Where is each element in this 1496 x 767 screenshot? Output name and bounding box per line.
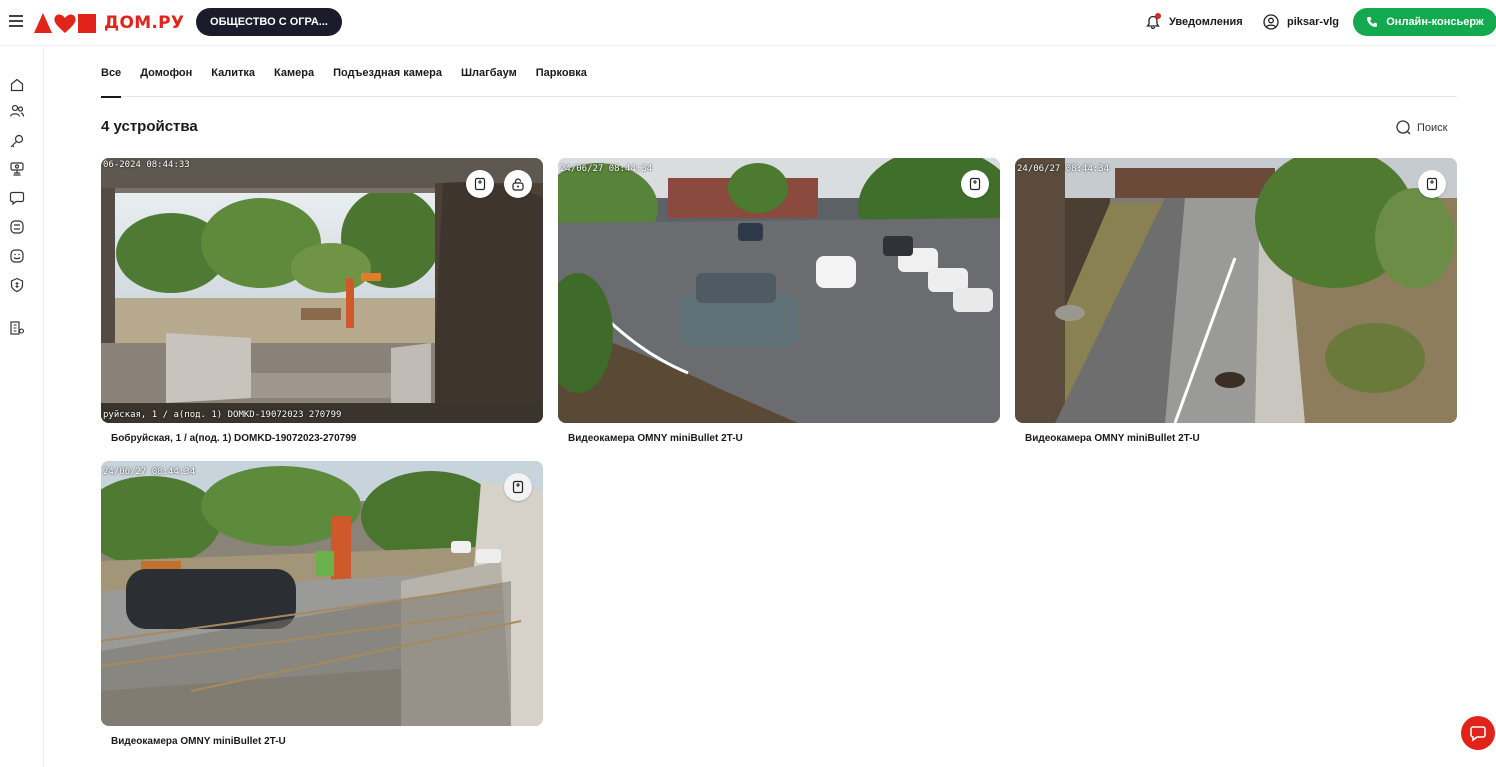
notifications-label: Уведомления xyxy=(1169,15,1243,28)
camera-card[interactable]: 24/06/27 08:44:34 Видеокамера OMNY miniB… xyxy=(558,158,1000,444)
phone-icon xyxy=(1367,17,1378,27)
search-label: Поиск xyxy=(1417,121,1448,134)
notifications-link[interactable]: Уведомления xyxy=(1146,13,1243,30)
camera-title: Видеокамера OMNY miniBullet 2T-U xyxy=(1025,433,1200,444)
camera-timestamp: 24/06/27 08:44:34 xyxy=(1017,164,1110,174)
search-icon xyxy=(1396,120,1411,135)
camera-title: Бобруйская, 1 / а(под. 1) DOMKD-19072023… xyxy=(111,433,357,444)
user-profile-link[interactable]: piksar-vlg xyxy=(1263,14,1339,30)
tab-entrance-camera[interactable]: Подъездная камера xyxy=(333,67,442,97)
tab-camera[interactable]: Камера xyxy=(274,67,314,97)
camera-timestamp: 24/06/27 08:44:34 xyxy=(103,467,196,477)
camera-card[interactable]: 24/06/27 08:44:34 Видеокамера OMNY miniB… xyxy=(101,461,543,747)
bookmark-button[interactable] xyxy=(961,170,989,198)
bookmark-button[interactable] xyxy=(466,170,494,198)
tab-gate[interactable]: Калитка xyxy=(211,67,255,97)
home-icon[interactable] xyxy=(9,77,25,93)
menu-icon[interactable] xyxy=(9,15,23,27)
camera-card[interactable]: 06-2024 08:44:33 руйская, 1 / а(под. 1) … xyxy=(101,158,543,444)
camera-overlay-label: руйская, 1 / а(под. 1) DOMKD-19072023 27… xyxy=(103,410,342,420)
chat-bubble-icon xyxy=(1470,726,1486,742)
users-icon[interactable] xyxy=(9,103,25,119)
logo-mark xyxy=(34,13,96,33)
concierge-label: Онлайн-консьерж xyxy=(1386,16,1484,28)
tab-all[interactable]: Все xyxy=(101,67,122,98)
bookmark-icon xyxy=(1426,177,1438,191)
online-concierge-button[interactable]: Онлайн-консьерж xyxy=(1353,8,1496,36)
camera-title: Видеокамера OMNY miniBullet 2T-U xyxy=(111,736,286,747)
payment-icon[interactable] xyxy=(9,277,25,293)
building-icon[interactable] xyxy=(9,320,25,336)
logo-text: ДОМ.РУ xyxy=(104,13,185,33)
bookmark-button[interactable] xyxy=(504,473,532,501)
support-chat-button[interactable] xyxy=(1461,716,1495,750)
organization-selector-button[interactable]: ОБЩЕСТВО С ОГРА... xyxy=(196,8,342,36)
camera-preview[interactable]: 06-2024 08:44:33 руйская, 1 / а(под. 1) … xyxy=(101,158,543,423)
camera-preview[interactable]: 24/06/27 08:44:34 xyxy=(558,158,1000,423)
tab-intercom[interactable]: Домофон xyxy=(140,67,192,97)
sidebar xyxy=(0,47,44,767)
bookmark-icon xyxy=(474,177,486,191)
chat-icon[interactable] xyxy=(9,190,25,206)
logo[interactable]: ДОМ.РУ xyxy=(34,12,184,34)
camera-preview[interactable]: 24/06/27 08:44:34 xyxy=(1015,158,1457,423)
open-door-button[interactable] xyxy=(504,170,532,198)
key-icon[interactable] xyxy=(9,133,25,149)
camera-icon[interactable] xyxy=(9,161,25,177)
device-type-tabs: Все Домофон Калитка Камера Подъездная ка… xyxy=(101,67,1457,98)
tab-barrier[interactable]: Шлагбаум xyxy=(461,67,517,97)
camera-card[interactable]: 24/06/27 08:44:34 Видеокамера OMNY miniB… xyxy=(1015,158,1457,444)
username: piksar-vlg xyxy=(1287,16,1339,28)
services-icon[interactable] xyxy=(9,219,25,235)
bookmark-button[interactable] xyxy=(1418,170,1446,198)
bookmark-icon xyxy=(969,177,981,191)
bell-icon xyxy=(1146,13,1161,30)
user-icon xyxy=(1263,14,1279,30)
top-bar: ДОМ.РУ ОБЩЕСТВО С ОГРА... Уведомления pi… xyxy=(0,0,1496,46)
camera-preview[interactable]: 24/06/27 08:44:34 xyxy=(101,461,543,726)
bookmark-icon xyxy=(512,480,524,494)
camera-title: Видеокамера OMNY miniBullet 2T-U xyxy=(568,433,743,444)
lock-icon xyxy=(512,178,524,191)
search-button[interactable]: Поиск xyxy=(1396,120,1447,135)
devices-count: 4 устройства xyxy=(101,118,198,135)
tab-parking[interactable]: Парковка xyxy=(536,67,587,97)
camera-timestamp: 24/06/27 08:44:34 xyxy=(560,164,653,174)
support-icon[interactable] xyxy=(9,248,25,264)
camera-timestamp: 06-2024 08:44:33 xyxy=(103,160,190,170)
